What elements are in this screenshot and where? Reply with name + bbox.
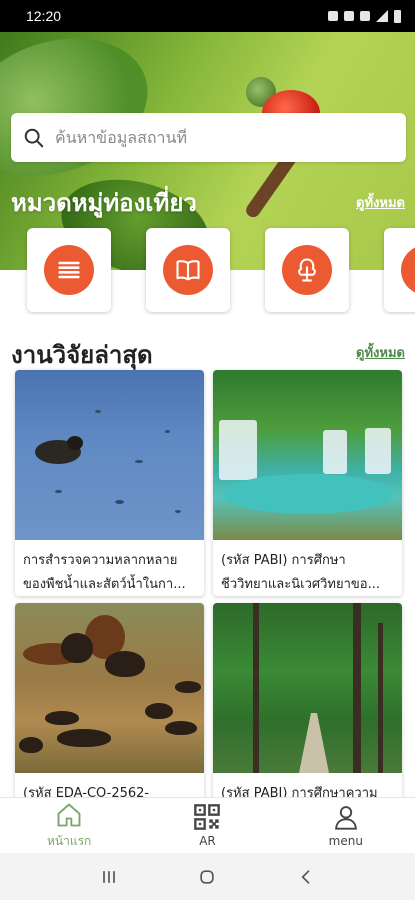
category-card-book[interactable] xyxy=(146,228,230,312)
research-card[interactable]: (รหัส PABI) การศึกษาความ xyxy=(213,603,402,829)
home-button-icon[interactable] xyxy=(197,867,217,887)
battery-icon xyxy=(394,9,401,23)
research-card[interactable]: การสำรวจความหลากหลาย ของพืชน้ำและสัตว์น้… xyxy=(15,370,204,596)
user-icon xyxy=(334,806,357,830)
status-icons xyxy=(328,9,401,23)
book-icon xyxy=(176,260,200,281)
nav-home-label: หน้าแรก xyxy=(47,833,92,848)
nav-menu-label: menu xyxy=(328,834,363,848)
nav-ar-label: AR xyxy=(199,834,216,848)
status-time: 12:20 xyxy=(26,8,62,24)
system-nav-bar xyxy=(0,853,415,900)
category-carousel[interactable] xyxy=(0,225,415,315)
research-card-title: การสำรวจความหลากหลาย ของพืชน้ำและสัตว์น้… xyxy=(23,553,186,592)
search-input[interactable] xyxy=(55,128,375,147)
nav-ar[interactable]: AR xyxy=(162,803,252,848)
research-card[interactable]: (รหัส PABI) การศึกษา ชีววิทยาและนิเวศวิท… xyxy=(213,370,402,596)
research-card-title: (รหัส PABI) การศึกษา ชีววิทยาและนิเวศวิท… xyxy=(221,553,380,592)
search-bar[interactable] xyxy=(11,113,406,162)
research-title: งานวิจัยล่าสุด xyxy=(11,341,153,369)
signal-icon xyxy=(376,10,388,22)
home-icon xyxy=(57,803,81,826)
research-image-forest xyxy=(213,603,402,773)
category-card-list[interactable] xyxy=(27,228,111,312)
category-card-partial[interactable] xyxy=(384,228,415,312)
categories-title: หมวดหมู่ท่องเที่ยว xyxy=(11,189,197,217)
alarm-icon xyxy=(328,11,338,21)
back-icon[interactable] xyxy=(296,867,316,887)
research-card[interactable]: (รหัส EDA-CO-2562- xyxy=(15,603,204,829)
research-image-lake xyxy=(15,370,204,540)
qr-code-icon xyxy=(194,804,221,830)
category-card-tree[interactable] xyxy=(265,228,349,312)
status-bar: 12:20 xyxy=(0,0,415,32)
search-icon xyxy=(24,128,44,147)
list-icon xyxy=(58,261,80,279)
nav-menu[interactable]: menu xyxy=(301,803,391,848)
tree-icon xyxy=(298,258,316,282)
research-image-birds xyxy=(15,603,204,773)
categories-see-all-link[interactable]: ดูทั้งหมด xyxy=(356,192,405,213)
research-image-waterfall xyxy=(213,370,402,540)
bottom-nav: หน้าแรก AR menu xyxy=(0,797,415,853)
recent-apps-icon[interactable] xyxy=(99,867,119,887)
wifi-icon xyxy=(360,11,370,21)
research-see-all-link[interactable]: ดูทั้งหมด xyxy=(356,342,405,363)
mute-icon xyxy=(344,11,354,21)
nav-home[interactable]: หน้าแรก xyxy=(24,801,114,851)
